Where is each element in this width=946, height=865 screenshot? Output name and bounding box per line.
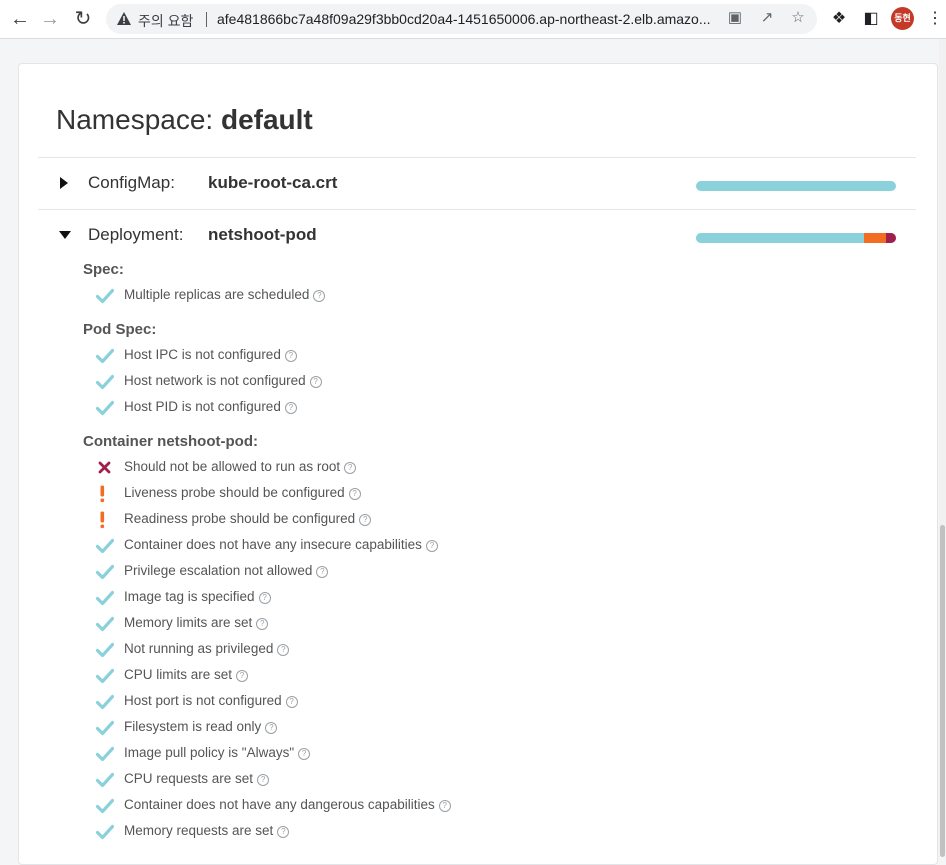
check-icon <box>95 346 115 366</box>
check-text: Host IPC is not configured <box>124 347 281 362</box>
check-icon <box>95 822 115 842</box>
share-icon[interactable]: ↗ <box>758 9 776 27</box>
section-title: Spec: <box>83 261 124 278</box>
namespace-label: Namespace: <box>56 104 214 135</box>
help-circle-icon[interactable]: ? <box>438 800 451 812</box>
help-circle-icon[interactable]: ? <box>344 462 357 474</box>
exclamation-icon <box>96 484 114 504</box>
check-text: CPU requests are set <box>124 771 254 786</box>
help-circle-icon[interactable]: ? <box>316 566 329 578</box>
bookmark-star-icon[interactable]: ☆ <box>789 9 807 27</box>
translate-icon[interactable]: ▣ <box>726 9 744 27</box>
divider <box>38 209 916 210</box>
namespace-title: Namespace: default <box>56 104 313 136</box>
expand-caret-icon[interactable] <box>60 177 68 189</box>
collapse-caret-icon[interactable] <box>59 231 71 239</box>
help-circle-icon[interactable]: ? <box>236 670 249 682</box>
check-icon <box>95 666 115 686</box>
address-separator <box>206 12 207 27</box>
check-icon <box>95 536 115 556</box>
help-circle-icon[interactable]: ? <box>256 618 269 630</box>
security-label[interactable]: 주의 요함 <box>138 11 193 31</box>
check-text: Memory requests are set <box>124 823 274 838</box>
check-text: Image tag is specified <box>124 589 255 604</box>
help-circle-icon[interactable]: ? <box>284 350 297 362</box>
back-arrow-icon[interactable]: ← <box>8 7 32 31</box>
help-circle-icon[interactable]: ? <box>277 644 290 656</box>
check-icon <box>95 796 115 816</box>
resource-kind: Deployment: <box>88 225 184 244</box>
check-text: Host network is not configured <box>124 373 306 388</box>
help-circle-icon[interactable]: ? <box>359 514 372 526</box>
more-menu-icon[interactable]: ⋮ <box>925 9 945 29</box>
cross-icon <box>96 458 114 478</box>
check-text: Container does not have any dangerous ca… <box>124 797 435 812</box>
check-icon <box>95 640 115 660</box>
extensions-puzzle-icon[interactable]: ❖ <box>829 9 849 29</box>
score-bar <box>696 181 896 191</box>
check-text: CPU limits are set <box>124 667 233 682</box>
resource-kind: ConfigMap: <box>88 173 175 192</box>
check-text: Image pull policy is "Always" <box>124 745 295 760</box>
check-text: Memory limits are set <box>124 615 253 630</box>
check-text: Readiness probe should be configured <box>124 511 356 526</box>
check-icon <box>95 372 115 392</box>
check-icon <box>95 562 115 582</box>
forward-arrow-icon[interactable]: → <box>38 7 62 31</box>
check-icon <box>95 718 115 738</box>
check-text: Should not be allowed to run as root <box>124 459 341 474</box>
check-icon <box>95 398 115 418</box>
help-circle-icon[interactable]: ? <box>298 748 311 760</box>
scrollbar-thumb[interactable] <box>940 525 945 857</box>
score-bar-pass <box>696 181 896 191</box>
side-panel-icon[interactable]: ◧ <box>861 9 881 29</box>
check-text: Host port is not configured <box>124 693 282 708</box>
help-circle-icon[interactable]: ? <box>285 696 298 708</box>
check-icon <box>95 588 115 608</box>
help-circle-icon[interactable]: ? <box>313 290 326 302</box>
help-circle-icon[interactable]: ? <box>425 540 438 552</box>
help-circle-icon[interactable]: ? <box>265 722 278 734</box>
divider <box>38 157 916 158</box>
resource-name: kube-root-ca.crt <box>208 173 338 192</box>
check-text: Multiple replicas are scheduled <box>124 287 310 302</box>
score-bar-warning <box>864 233 886 243</box>
exclamation-icon <box>96 510 114 530</box>
browser-toolbar: ← → ↻ 주의 요함 afe481866bc7a48f09a29f3bb0cd… <box>0 0 946 39</box>
check-text: Container does not have any insecure cap… <box>124 537 422 552</box>
resource-name: netshoot-pod <box>208 225 317 244</box>
help-circle-icon[interactable]: ? <box>348 488 361 500</box>
check-text: Liveness probe should be configured <box>124 485 345 500</box>
section-title: Container netshoot-pod: <box>83 433 258 450</box>
reload-icon[interactable]: ↻ <box>71 7 95 31</box>
check-icon <box>95 770 115 790</box>
check-text: Not running as privileged <box>124 641 274 656</box>
check-text: Filesystem is read only <box>124 719 262 734</box>
namespace-value: default <box>220 104 313 135</box>
help-circle-icon[interactable]: ? <box>257 774 270 786</box>
check-icon <box>95 744 115 764</box>
check-icon <box>95 286 115 306</box>
check-text: Privilege escalation not allowed <box>124 563 313 578</box>
check-icon <box>95 692 115 712</box>
profile-avatar[interactable]: 동현 <box>891 7 914 30</box>
check-text: Host PID is not configured <box>124 399 281 414</box>
score-bar-danger <box>886 233 896 243</box>
help-circle-icon[interactable]: ? <box>258 592 271 604</box>
warning-triangle-icon[interactable] <box>116 11 132 26</box>
score-bar-pass <box>696 233 864 243</box>
help-circle-icon[interactable]: ? <box>284 402 297 414</box>
url-text[interactable]: afe481866bc7a48f09a29f3bb0cd20a4-1451650… <box>217 11 717 27</box>
check-icon <box>95 614 115 634</box>
section-title: Pod Spec: <box>83 321 157 338</box>
help-circle-icon[interactable]: ? <box>309 376 322 388</box>
score-bar <box>696 233 896 243</box>
help-circle-icon[interactable]: ? <box>277 826 290 838</box>
